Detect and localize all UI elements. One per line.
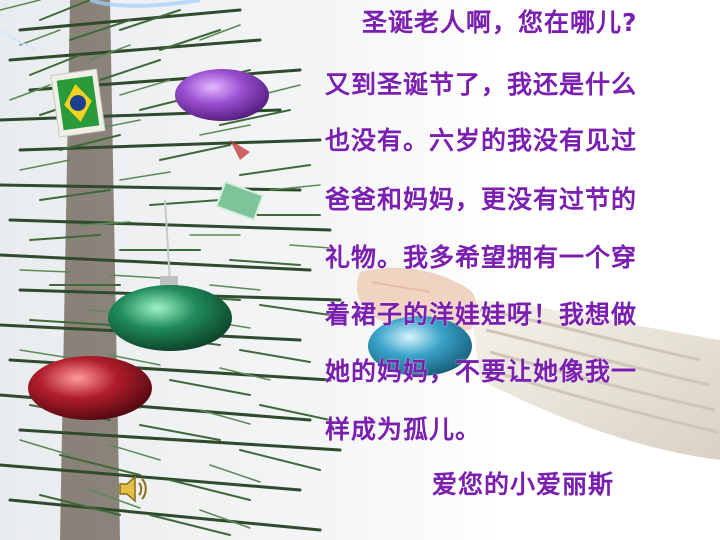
speaker-icon[interactable] [116,472,150,506]
letter-line-4: 礼物。我多希望拥有一个穿 [325,243,638,272]
letter-line-3: 爸爸和妈妈，更没有过节的 [325,185,638,214]
ornament-cap [160,276,178,286]
flag-card [50,68,106,138]
letter-line-6: 她的妈妈，不要让她像我一 [325,357,638,386]
letter-greeting: 圣诞老人啊，您在哪儿? [362,8,638,37]
small-card [215,180,265,222]
slide: 圣诞老人啊，您在哪儿? 又到圣诞节了，我还是什么 也没有。六岁的我没有见过 爸爸… [0,0,720,540]
ornament-hook [164,199,171,283]
purple-ornament [175,69,269,121]
letter-line-7: 样成为孤儿。 [325,415,482,444]
letter-line-5: 着裙子的洋娃娃呀！我想做 [325,300,638,329]
letter-line-2: 也没有。六岁的我没有见过 [325,126,638,155]
green-ornament [108,285,232,351]
red-ornament [28,356,152,420]
letter-signature: 爱您的小爱丽斯 [432,470,615,499]
letter-line-1: 又到圣诞节了，我还是什么 [325,70,638,99]
